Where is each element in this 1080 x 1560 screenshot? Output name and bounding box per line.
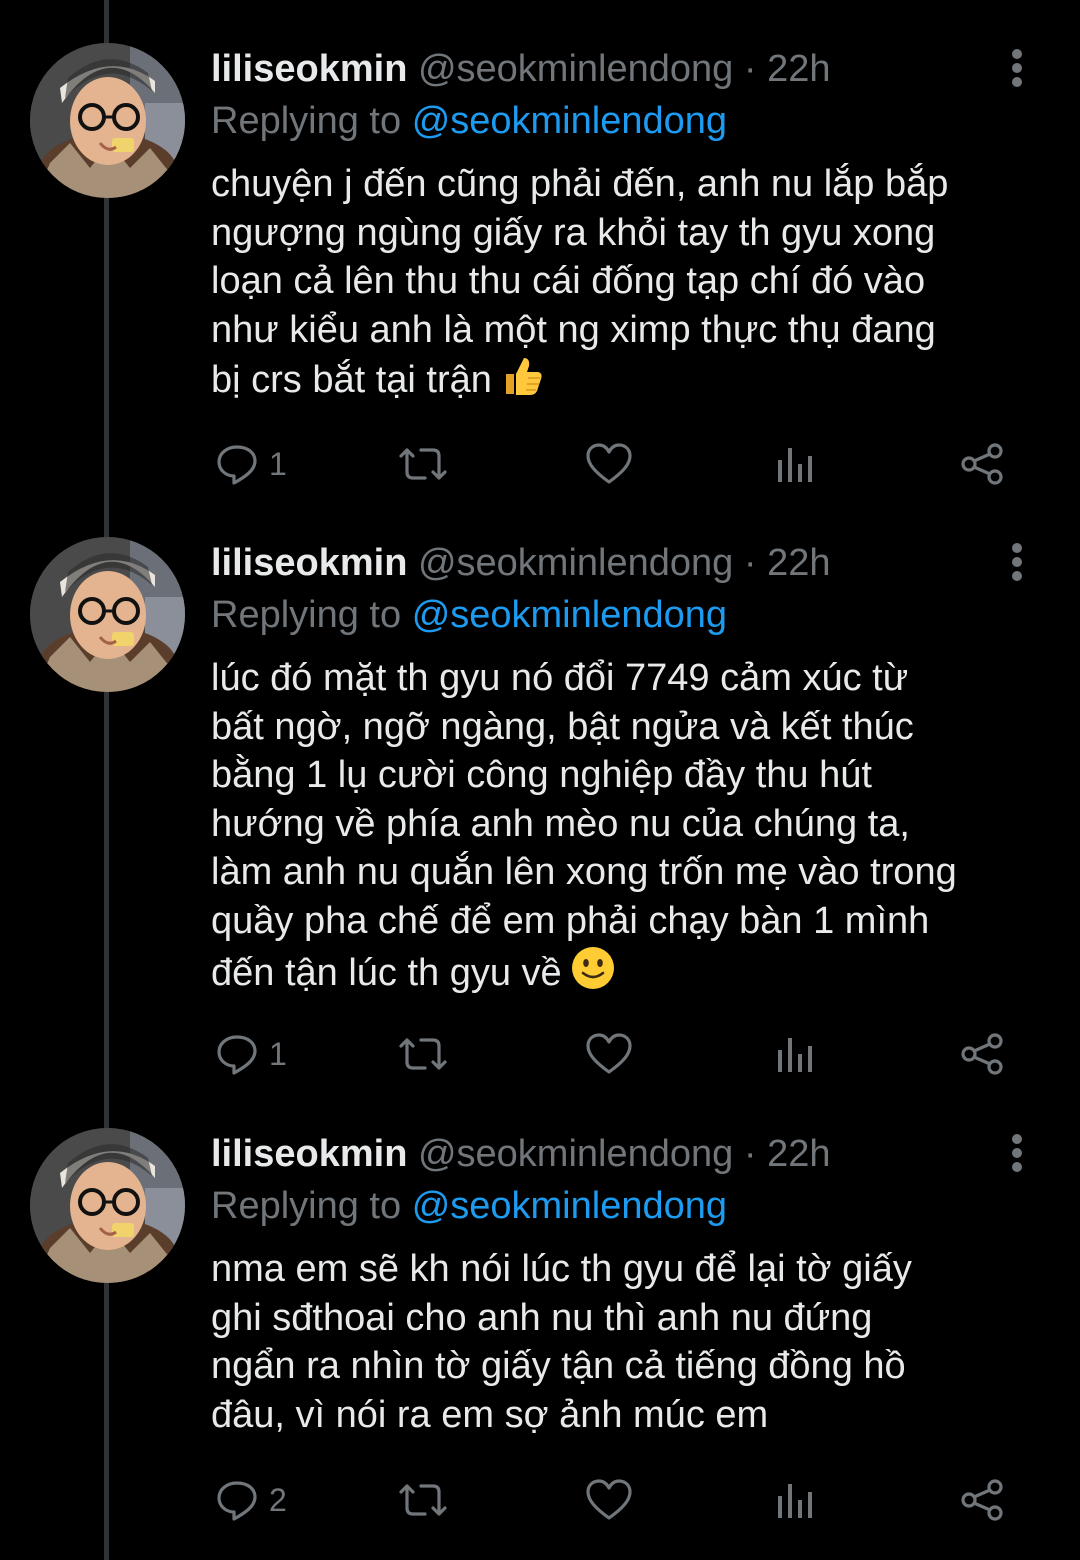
author-handle[interactable]: @seokminlendong bbox=[418, 542, 733, 584]
reply-icon bbox=[217, 1481, 257, 1521]
tweet-text-line: ghi sđthoai cho anh nu thì anh nu đứng bbox=[211, 1296, 873, 1339]
like-button[interactable] bbox=[585, 1026, 633, 1082]
analytics-icon bbox=[778, 1484, 812, 1518]
tweet-text-line: như kiểu anh là một ng ximp thực thụ đan… bbox=[211, 308, 936, 351]
slightly-smiling-face-emoji bbox=[570, 945, 616, 1004]
separator-dot: · bbox=[743, 1133, 757, 1175]
heart-icon bbox=[586, 1479, 632, 1520]
views-button[interactable] bbox=[775, 1472, 815, 1528]
tweet-text-line: đến tận lúc th gyu về bbox=[211, 945, 1041, 1004]
heart-icon bbox=[586, 443, 632, 484]
tweet-text-line: bằng 1 lụ cười công nghiệp đầy thu hút bbox=[211, 754, 872, 796]
avatar[interactable] bbox=[30, 43, 185, 198]
tweet-actions: 2 bbox=[211, 1472, 1041, 1528]
replying-to: Replying to @seokminlendong bbox=[211, 1183, 727, 1229]
analytics-icon bbox=[778, 448, 812, 482]
tweet-text-line: đâu, vì nói ra em sợ ảnh múc em bbox=[211, 1393, 769, 1436]
retweet-icon bbox=[399, 1484, 447, 1516]
tweet[interactable]: liliseokmin @seokminlendong · 22h Replyi… bbox=[0, 0, 1080, 520]
separator-dot: · bbox=[743, 48, 757, 90]
share-icon bbox=[961, 1033, 1003, 1075]
tweet-header: liliseokmin @seokminlendong · 22h bbox=[211, 1131, 830, 1181]
tweet-text: lúc đó mặt th gyu nó đổi 7749 cảm xúc từ… bbox=[211, 654, 1041, 1004]
retweet-button[interactable] bbox=[397, 1472, 449, 1528]
author-name[interactable]: liliseokmin bbox=[211, 48, 407, 90]
share-icon bbox=[961, 443, 1003, 485]
more-vertical-icon bbox=[1012, 1134, 1022, 1172]
tweet[interactable]: liliseokmin @seokminlendong · 22h Replyi… bbox=[0, 494, 1080, 1094]
retweet-button[interactable] bbox=[397, 436, 449, 492]
tweet-text-line: quầy pha chế để em phải chạy bàn 1 mình bbox=[211, 899, 930, 942]
author-handle[interactable]: @seokminlendong bbox=[418, 1133, 733, 1175]
share-button[interactable] bbox=[959, 436, 1005, 492]
replying-prefix: Replying to bbox=[211, 100, 402, 142]
avatar[interactable] bbox=[30, 537, 185, 692]
author-name[interactable]: liliseokmin bbox=[211, 542, 407, 584]
tweet-text-line: hướng về phía anh mèo nu của chúng ta, bbox=[211, 802, 910, 845]
tweet-text: chuyện j đến cũng phải đến, anh nu lắp b… bbox=[211, 160, 1041, 411]
views-button[interactable] bbox=[775, 436, 815, 492]
reply-count: 1 bbox=[269, 1036, 287, 1072]
like-button[interactable] bbox=[585, 436, 633, 492]
replying-prefix: Replying to bbox=[211, 594, 402, 636]
replying-to: Replying to @seokminlendong bbox=[211, 592, 727, 638]
more-options-button[interactable] bbox=[1000, 46, 1034, 90]
more-options-button[interactable] bbox=[1000, 540, 1034, 584]
reply-button[interactable]: 2 bbox=[215, 1472, 287, 1528]
more-options-button[interactable] bbox=[1000, 1131, 1034, 1175]
share-button[interactable] bbox=[959, 1472, 1005, 1528]
more-vertical-icon bbox=[1012, 49, 1022, 87]
tweet-text: nma em sẽ kh nói lúc th gyu để lại tờ gi… bbox=[211, 1245, 1041, 1439]
tweet-text-line: ngượng ngùng giấy ra khỏi tay th gyu xon… bbox=[211, 211, 936, 254]
tweet-header: liliseokmin @seokminlendong · 22h bbox=[211, 540, 830, 590]
tweet-text-line: nma em sẽ kh nói lúc th gyu để lại tờ gi… bbox=[211, 1248, 912, 1290]
reply-icon bbox=[217, 445, 257, 485]
replying-to: Replying to @seokminlendong bbox=[211, 98, 727, 144]
replying-to-mention[interactable]: @seokminlendong bbox=[412, 1185, 727, 1227]
retweet-icon bbox=[399, 448, 447, 480]
tweet-actions: 1 bbox=[211, 436, 1041, 492]
author-name[interactable]: liliseokmin bbox=[211, 1133, 407, 1175]
heart-icon bbox=[586, 1033, 632, 1074]
views-button[interactable] bbox=[775, 1026, 815, 1082]
reply-button[interactable]: 1 bbox=[215, 1026, 287, 1082]
reply-button[interactable]: 1 bbox=[215, 436, 287, 492]
replying-to-mention[interactable]: @seokminlendong bbox=[412, 594, 727, 636]
replying-to-mention[interactable]: @seokminlendong bbox=[412, 100, 727, 142]
replying-prefix: Replying to bbox=[211, 1185, 402, 1227]
separator-dot: · bbox=[743, 542, 757, 584]
like-button[interactable] bbox=[585, 1472, 633, 1528]
timestamp[interactable]: 22h bbox=[767, 48, 830, 90]
share-icon bbox=[961, 1479, 1003, 1521]
tweet-text-line: loạn cả lên thu thu cái đống tạp chí đó … bbox=[211, 260, 926, 302]
author-handle[interactable]: @seokminlendong bbox=[418, 48, 733, 90]
tweet-text-line: lúc đó mặt th gyu nó đổi 7749 cảm xúc từ bbox=[211, 657, 909, 699]
avatar[interactable] bbox=[30, 1128, 185, 1283]
tweet-text-line: làm anh nu quắn lên xong trốn mẹ vào tro… bbox=[211, 851, 957, 893]
thumbs-up-emoji bbox=[500, 354, 544, 411]
tweet-text-line: chuyện j đến cũng phải đến, anh nu lắp b… bbox=[211, 163, 949, 205]
reply-count: 1 bbox=[269, 446, 287, 482]
timestamp[interactable]: 22h bbox=[767, 1133, 830, 1175]
tweet-text-line: bị crs bắt tại trận bbox=[211, 354, 1041, 411]
reply-count: 2 bbox=[269, 1482, 287, 1518]
retweet-icon bbox=[399, 1038, 447, 1070]
retweet-button[interactable] bbox=[397, 1026, 449, 1082]
tweet[interactable]: liliseokmin @seokminlendong · 22h Replyi… bbox=[0, 1085, 1080, 1560]
tweet-text-line: bất ngờ, ngỡ ngàng, bật ngửa và kết thúc bbox=[211, 705, 914, 748]
tweet-header: liliseokmin @seokminlendong · 22h bbox=[211, 46, 830, 96]
reply-icon bbox=[217, 1035, 257, 1075]
more-vertical-icon bbox=[1012, 543, 1022, 581]
tweet-actions: 1 bbox=[211, 1026, 1041, 1082]
timestamp[interactable]: 22h bbox=[767, 542, 830, 584]
tweet-text-line: ngẩn ra nhìn tờ giấy tận cả tiếng đồng h… bbox=[211, 1345, 906, 1387]
share-button[interactable] bbox=[959, 1026, 1005, 1082]
analytics-icon bbox=[778, 1038, 812, 1072]
